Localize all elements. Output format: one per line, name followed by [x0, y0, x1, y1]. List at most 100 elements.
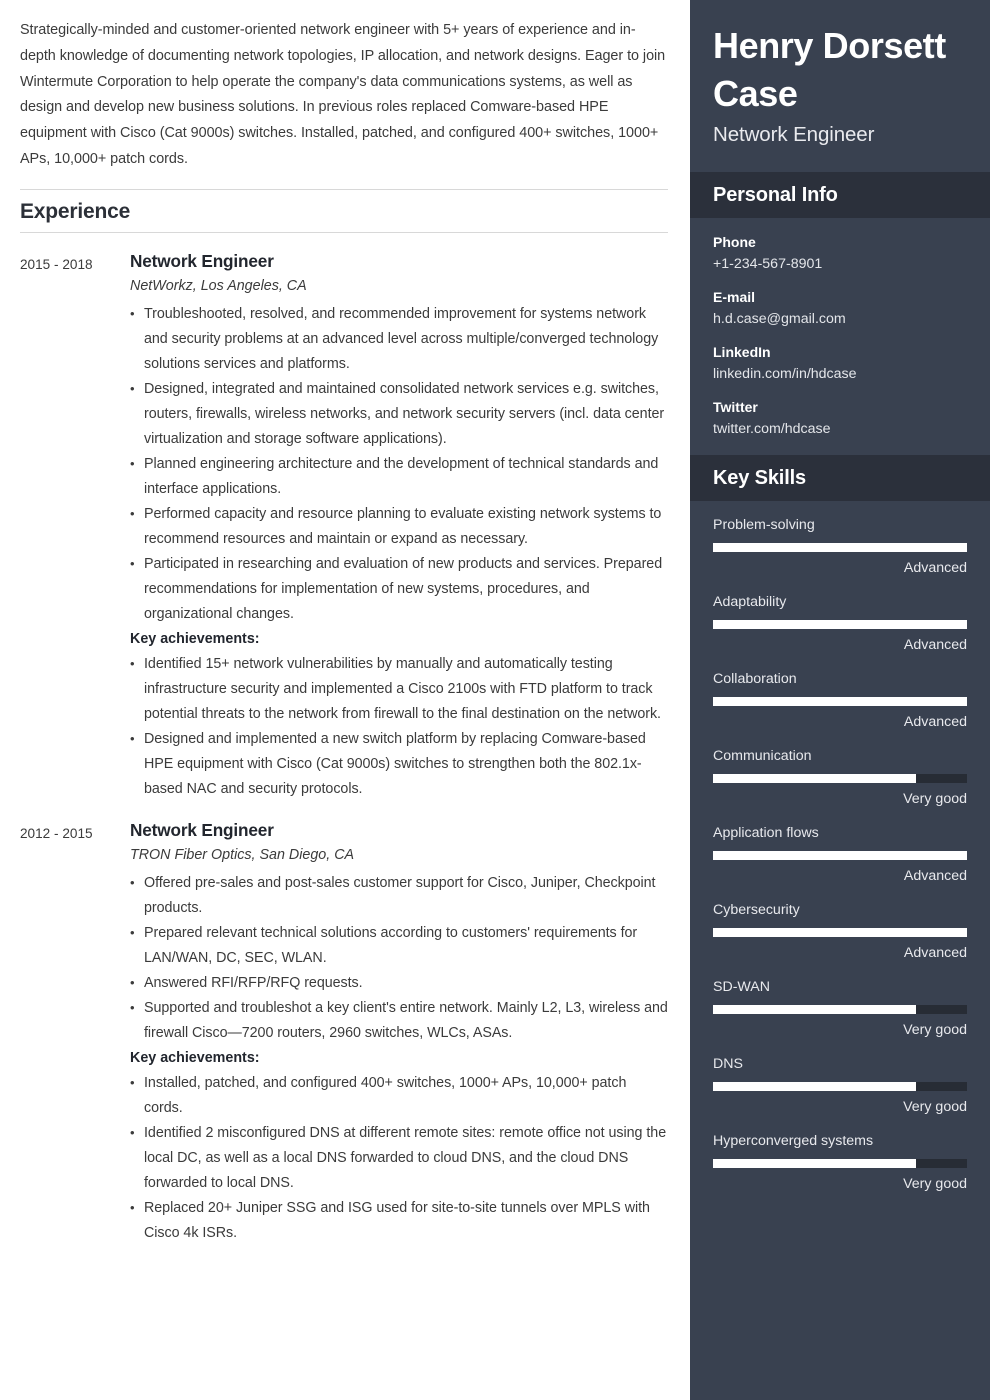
candidate-role: Network Engineer [713, 123, 875, 146]
skill-level-bar-fill [713, 774, 917, 783]
skill-level-label: Advanced [903, 560, 967, 576]
job-body: Network Engineer TRON Fiber Optics, San D… [130, 818, 668, 1246]
skill-level-bar [713, 1005, 967, 1014]
job-title: Network Engineer [130, 250, 274, 271]
key-achievements-label: Key achievements: [130, 630, 260, 647]
professional-summary: Strategically-minded and customer-orient… [20, 22, 666, 167]
contact-item: Twitter twitter.com/hdcase [713, 397, 967, 441]
key-achievement-item: Designed and implemented a new switch pl… [130, 726, 668, 802]
personal-info-header: Personal Info [690, 172, 990, 218]
skill-level-label: Very good [903, 1022, 967, 1038]
key-achievement-item: Installed, patched, and configured 400+ … [130, 1070, 668, 1121]
skill-level-bar [713, 620, 967, 629]
contact-value[interactable]: linkedin.com/in/hdcase [713, 363, 967, 386]
personal-info-list: Phone +1-234-567-8901 E-mail h.d.case@gmail… [690, 218, 990, 455]
skill-level-bar [713, 543, 967, 552]
skill-name: Communication [713, 748, 812, 764]
skill-level-bar-fill [713, 851, 967, 860]
key-achievement-item: Identified 2 misconfigured DNS at differ… [130, 1120, 668, 1196]
contact-item: E-mail h.d.case@gmail.com [713, 287, 967, 331]
job-responsibility-item: Answered RFI/RFP/RFQ requests. [130, 970, 668, 996]
job-responsibility-list: Offered pre-sales and post-sales custome… [130, 870, 668, 1046]
skill-level-bar-fill [713, 1082, 917, 1091]
job-company: NetWorkz, Los Angeles, CA [130, 277, 307, 294]
skill-level-bar [713, 928, 967, 937]
candidate-name: Henry Dorsett Case [713, 25, 946, 114]
contact-label: Phone [713, 234, 756, 250]
job-responsibility-item: Supported and troubleshot a key client's… [130, 995, 668, 1046]
contact-value[interactable]: h.d.case@gmail.com [713, 308, 967, 331]
key-achievements-list: Installed, patched, and configured 400+ … [130, 1070, 668, 1246]
contact-item: Phone +1-234-567-8901 [713, 232, 967, 276]
job-body: Network Engineer NetWorkz, Los Angeles, C… [130, 249, 668, 802]
skill-level-bar [713, 774, 967, 783]
key-achievement-item: Identified 15+ network vulnerabilities b… [130, 651, 668, 727]
contact-value[interactable]: twitter.com/hdcase [713, 418, 967, 441]
job-list: 2015 - 2018 Network Engineer NetWorkz, Los… [20, 249, 668, 1246]
skill-name: DNS [713, 1056, 743, 1072]
skill-item: Adaptability Advanced [713, 592, 967, 656]
skill-name: Collaboration [713, 671, 797, 687]
job-entry: 2015 - 2018 Network Engineer NetWorkz, Los… [20, 249, 668, 802]
skill-level-bar [713, 1082, 967, 1091]
skill-item: Communication Very good [713, 746, 967, 810]
skill-level-bar-fill [713, 543, 967, 552]
skill-level-label: Very good [903, 791, 967, 807]
personal-info-heading: Personal Info [713, 184, 838, 206]
skill-item: Application flows Advanced [713, 823, 967, 887]
main-column: Strategically-minded and customer-orient… [0, 0, 690, 1400]
job-responsibility-item: Prepared relevant technical solutions ac… [130, 920, 668, 971]
experience-section: Experience 2015 - 2018 Network Engineer Ne… [20, 188, 668, 1246]
skill-level-bar-fill [713, 1005, 917, 1014]
job-company: TRON Fiber Optics, San Diego, CA [130, 846, 355, 863]
experience-section-header: Experience [20, 188, 668, 233]
job-entry: 2012 - 2015 Network Engineer TRON Fiber Op… [20, 818, 668, 1246]
skill-level-label: Very good [903, 1099, 967, 1115]
job-responsibility-item: Offered pre-sales and post-sales custome… [130, 870, 668, 921]
key-achievements-label: Key achievements: [130, 1049, 260, 1066]
job-responsibility-list: Troubleshooted, resolved, and recommende… [130, 301, 668, 627]
contact-item: LinkedIn linkedin.com/in/hdcase [713, 342, 967, 386]
skill-item: DNS Very good [713, 1054, 967, 1118]
key-skills-header: Key Skills [690, 455, 990, 501]
skill-level-label: Very good [903, 1176, 967, 1192]
skill-item: Cybersecurity Advanced [713, 900, 967, 964]
job-responsibility-item: Planned engineering architecture and the… [130, 451, 668, 502]
skill-name: Application flows [713, 825, 819, 841]
skill-level-label: Advanced [903, 945, 967, 961]
job-dates: 2015 - 2018 [20, 256, 93, 272]
skill-name: Adaptability [713, 594, 787, 610]
job-dates: 2012 - 2015 [20, 825, 93, 841]
job-responsibility-item: Troubleshooted, resolved, and recommende… [130, 301, 668, 377]
job-responsibility-item: Designed, integrated and maintained cons… [130, 376, 668, 452]
skill-level-bar-fill [713, 1159, 917, 1168]
job-responsibility-item: Performed capacity and resource planning… [130, 501, 668, 552]
skill-level-bar-fill [713, 928, 967, 937]
skill-level-label: Advanced [903, 714, 967, 730]
skill-name: Cybersecurity [713, 902, 800, 918]
skill-level-bar [713, 851, 967, 860]
skill-level-label: Advanced [903, 637, 967, 653]
contact-value[interactable]: +1-234-567-8901 [713, 253, 967, 276]
skill-name: Hyperconverged systems [713, 1133, 874, 1149]
section-title: Experience [20, 199, 131, 223]
sidebar: Henry Dorsett Case Network Engineer Pers… [690, 0, 990, 1400]
skill-level-bar [713, 697, 967, 706]
skill-level-bar-fill [713, 620, 967, 629]
skill-name: SD-WAN [713, 979, 771, 995]
skill-name: Problem-solving [713, 517, 815, 533]
skill-level-bar-fill [713, 697, 967, 706]
skill-level-label: Advanced [903, 868, 967, 884]
key-skills-heading: Key Skills [713, 467, 807, 489]
job-title: Network Engineer [130, 819, 274, 840]
resume-page: Strategically-minded and customer-orient… [0, 0, 990, 1400]
contact-label: E-mail [713, 289, 756, 305]
skill-level-bar [713, 1159, 967, 1168]
sidebar-identity: Henry Dorsett Case Network Engineer [690, 0, 990, 172]
skill-item: Hyperconverged systems Very good [713, 1131, 967, 1195]
contact-label: Twitter [713, 399, 758, 415]
job-responsibility-item: Participated in researching and evaluati… [130, 551, 668, 627]
contact-label: LinkedIn [713, 344, 771, 360]
skill-item: SD-WAN Very good [713, 977, 967, 1041]
key-achievements-list: Identified 15+ network vulnerabilities b… [130, 651, 668, 802]
